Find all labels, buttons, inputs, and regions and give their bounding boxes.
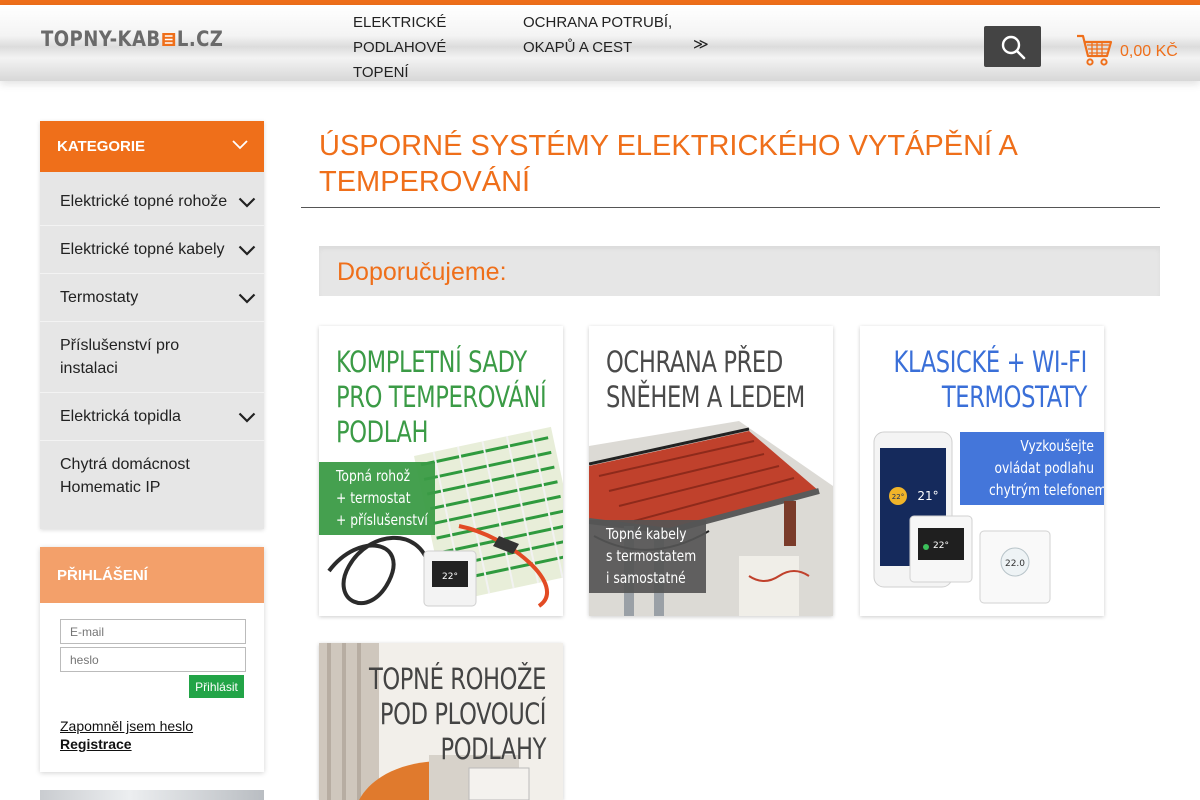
category-title: KATEGORIE: [57, 138, 146, 155]
card-title-line: termostaty: [941, 380, 1087, 414]
ribbon-line: chytrým telefonem!: [989, 481, 1104, 499]
recommended-bar: Doporučujeme:: [319, 246, 1160, 296]
register-link[interactable]: Registrace: [60, 736, 132, 752]
chevron-down-icon[interactable]: [238, 245, 256, 256]
category-item-smart-home[interactable]: Chytrá domácnost Homematic IP: [40, 441, 264, 511]
card-title-line: sněhem a ledem: [606, 380, 805, 414]
ribbon-line: Topné kabely: [606, 525, 687, 543]
card-title-line: Klasické + Wi-Fi: [893, 345, 1088, 379]
forgot-password-link[interactable]: Zapomněl jsem heslo: [60, 718, 193, 734]
phone-temp-readout-2: 21°: [917, 489, 938, 503]
nav-item-floor-heating[interactable]: Elektrické podlahové topení: [353, 10, 503, 85]
promo-card-snow-ice-protection[interactable]: Ochrana před sněhem a ledem Topné kabely…: [589, 326, 833, 616]
card-ribbon: Vyzkoušejte ovládat podlahu chytrým tele…: [960, 432, 1104, 505]
card-ribbon: Topná rohož + termostat + příslušenství: [319, 462, 435, 535]
ribbon-line: Vyzkoušejte: [1020, 437, 1094, 455]
category-item-accessories[interactable]: Příslušenství pro instalaci: [40, 322, 264, 393]
promo-card-wifi-thermostats[interactable]: 22° 21° 22° 22.0 Klasické + Wi-Fi termos…: [860, 326, 1104, 616]
category-list: Elektrické topné rohože Elektrické topné…: [40, 172, 264, 511]
recommended-title: Doporučujeme:: [337, 258, 507, 286]
login-button[interactable]: Přihlásit: [189, 675, 244, 698]
ribbon-line: + termostat: [336, 489, 411, 507]
logo-text-end: L.CZ: [176, 27, 224, 51]
logo-text-start: TOPNY-KAB: [41, 27, 161, 51]
category-label: Příslušenství pro instalaci: [60, 337, 180, 377]
thermostat-2-readout: 22.0: [1005, 559, 1025, 569]
nav-more-toggle[interactable]: ≫: [693, 35, 709, 53]
card-ribbon: Topné kabely s termostatem i samostatné: [589, 520, 706, 593]
category-label: Elektrické topné kabely: [60, 241, 225, 258]
card-title-line: podlah: [336, 415, 429, 449]
sidebar-banner[interactable]: [40, 790, 264, 800]
password-field[interactable]: [60, 647, 246, 672]
card-title-line: Ochrana před: [606, 345, 783, 379]
category-label: Elektrické topné rohože: [60, 193, 228, 210]
ribbon-line: s termostatem: [606, 547, 697, 565]
ribbon-line: Topná rohož: [336, 467, 411, 485]
card-title: Klasické + Wi-Fi termostaty: [893, 345, 1088, 415]
card-title-line: podlahy: [440, 732, 546, 766]
category-item-heating-mats[interactable]: Elektrické topné rohože: [40, 178, 264, 226]
ribbon-line: i samostatné: [606, 569, 686, 587]
category-label: Termostaty: [60, 289, 139, 306]
ribbon-line: ovládat podlahu: [994, 459, 1094, 477]
phone-temp-readout: 22°: [892, 493, 904, 501]
ribbon-line: + příslušenství: [336, 511, 428, 529]
site-header: TOPNY-KAB L.CZ Elektrické podlahové topen…: [0, 5, 1200, 81]
logo-heating-icon: [162, 33, 176, 46]
nav-item-pipe-protection[interactable]: Ochrana potrubí, okapů a cest: [523, 10, 673, 60]
card-title-line: Topné rohože: [368, 662, 546, 696]
category-label: Elektrická topidla: [60, 408, 181, 425]
search-button[interactable]: [984, 26, 1041, 67]
category-panel: KATEGORIE Elektrické topné rohože Elektr…: [40, 121, 264, 529]
site-logo[interactable]: TOPNY-KAB L.CZ: [41, 27, 223, 51]
chevron-down-icon: [232, 140, 248, 150]
search-icon: [1001, 35, 1025, 59]
card-title-line: Kompletní sady: [336, 345, 527, 379]
login-title: PŘIHLÁŠENÍ: [57, 566, 148, 584]
category-item-heaters[interactable]: Elektrická topidla: [40, 393, 264, 441]
chevron-down-icon[interactable]: [238, 412, 256, 423]
promo-card-floating-floor-mats[interactable]: Topné rohože pod plovoucí podlahy: [319, 643, 563, 800]
cart-total[interactable]: 0,00 Kč: [1120, 43, 1178, 61]
page-title: Úsporné systémy elektrického vytápění a …: [319, 130, 1017, 198]
category-label: Chytrá domácnost Homematic IP: [60, 456, 190, 496]
thermostat-readout: 22°: [442, 572, 458, 582]
promo-card-floor-heating-kits[interactable]: 22° Kompletní sady pro temperování podla…: [319, 326, 563, 616]
email-field[interactable]: [60, 619, 246, 644]
card-title: Ochrana před sněhem a ledem: [606, 345, 805, 415]
chevron-down-icon[interactable]: [238, 293, 256, 304]
card-title: Topné rohože pod plovoucí podlahy: [369, 662, 546, 767]
login-header: PŘIHLÁŠENÍ: [40, 547, 264, 603]
thermostat-readout: 22°: [933, 541, 949, 551]
card-title: Kompletní sady pro temperování podlah: [336, 345, 547, 450]
category-header[interactable]: KATEGORIE: [40, 121, 264, 172]
title-divider: [301, 207, 1160, 208]
cart-icon[interactable]: [1075, 32, 1113, 68]
chevron-down-icon[interactable]: [238, 197, 256, 208]
card-title-line: pro temperování: [336, 380, 547, 414]
category-item-heating-cables[interactable]: Elektrické topné kabely: [40, 226, 264, 274]
login-panel: PŘIHLÁŠENÍ Přihlásit Zapomněl jsem heslo…: [40, 547, 264, 772]
category-item-thermostats[interactable]: Termostaty: [40, 274, 264, 322]
card-title-line: pod plovoucí: [379, 697, 547, 731]
